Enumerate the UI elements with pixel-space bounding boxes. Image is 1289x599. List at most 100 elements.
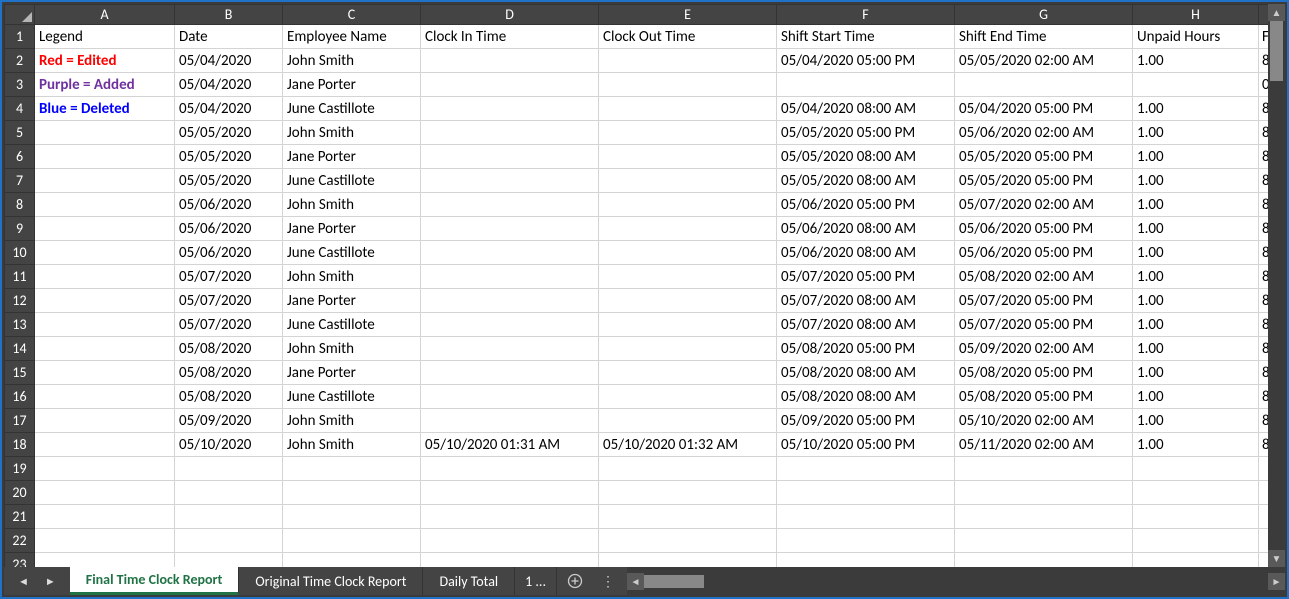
cell-unpaid[interactable]: 1.00 [1133,265,1259,289]
row-header[interactable]: 9 [5,217,35,241]
col-header-F[interactable]: F [777,5,955,25]
cell-employee[interactable]: Jane Porter [283,289,421,313]
cell-legend[interactable] [35,145,175,169]
cell-date[interactable]: 05/06/2020 [175,217,283,241]
cell-unpaid[interactable]: 1.00 [1133,313,1259,337]
cell-clock-in[interactable] [421,49,599,73]
cell-clock-out[interactable] [599,385,777,409]
cell[interactable] [421,457,599,481]
cell-clock-in[interactable] [421,121,599,145]
cell-clock-in[interactable] [421,73,599,97]
col-header-B[interactable]: B [175,5,283,25]
cell-clock-out[interactable] [599,361,777,385]
cell-shift-end[interactable]: 05/05/2020 02:00 AM [955,49,1133,73]
cell-legend[interactable]: Blue = Deleted [35,97,175,121]
cell-clock-in[interactable] [421,409,599,433]
col-header-G[interactable]: G [955,5,1133,25]
cell-shift-start[interactable]: 05/06/2020 08:00 AM [777,241,955,265]
cell-shift-start[interactable]: 05/04/2020 08:00 AM [777,97,955,121]
cell-date[interactable]: 05/04/2020 [175,49,283,73]
cell-shift-end[interactable]: 05/10/2020 02:00 AM [955,409,1133,433]
cell-legend[interactable] [35,289,175,313]
cell-date[interactable]: 05/04/2020 [175,97,283,121]
cell-clock-in[interactable] [421,289,599,313]
cell[interactable] [175,481,283,505]
cell[interactable] [35,505,175,529]
cell-employee[interactable]: John Smith [283,49,421,73]
cell-employee[interactable]: John Smith [283,409,421,433]
cell-unpaid[interactable]: 1.00 [1133,433,1259,457]
cell-shift-end[interactable]: 05/09/2020 02:00 AM [955,337,1133,361]
cell-shift-start[interactable]: 05/08/2020 08:00 AM [777,385,955,409]
cell-clock-out[interactable] [599,169,777,193]
cell[interactable] [777,505,955,529]
scroll-right-arrow[interactable]: ► [1268,573,1285,590]
row-header[interactable]: 10 [5,241,35,265]
cell-clock-out[interactable] [599,313,777,337]
cell-legend[interactable] [35,409,175,433]
cell-legend[interactable] [35,121,175,145]
cell-shift-end[interactable]: 05/05/2020 05:00 PM [955,145,1133,169]
cell-unpaid[interactable]: 1.00 [1133,193,1259,217]
cell[interactable] [955,505,1133,529]
cell[interactable] [35,529,175,553]
cell-legend[interactable] [35,265,175,289]
vertical-scrollbar[interactable]: ▲ ▼ [1268,4,1285,567]
row-header[interactable]: 12 [5,289,35,313]
cell[interactable] [283,481,421,505]
cell-shift-end[interactable]: 05/08/2020 05:00 PM [955,361,1133,385]
cell[interactable] [777,529,955,553]
cell-date[interactable]: 05/07/2020 [175,289,283,313]
cell-legend[interactable] [35,313,175,337]
tab-original-report[interactable]: Original Time Clock Report [239,567,423,595]
cell-employee[interactable]: June Castillote [283,385,421,409]
cell[interactable] [421,553,599,568]
cell-shift-start[interactable]: 05/05/2020 08:00 AM [777,145,955,169]
cell[interactable] [599,505,777,529]
tab-final-report[interactable]: Final Time Clock Report [70,567,240,595]
col-header-A[interactable]: A [35,5,175,25]
cell-clock-out[interactable] [599,217,777,241]
cell-legend[interactable] [35,361,175,385]
cell-unpaid[interactable]: 1.00 [1133,49,1259,73]
cell-date[interactable]: 05/04/2020 [175,73,283,97]
cell[interactable] [777,553,955,568]
cell[interactable] [1133,553,1259,568]
cell-date[interactable]: 05/06/2020 [175,241,283,265]
cell[interactable] [599,457,777,481]
row-header[interactable]: 19 [5,457,35,481]
tab-nav-prev[interactable]: ◄ [18,575,29,588]
cell-clock-out[interactable] [599,193,777,217]
cell-legend[interactable] [35,433,175,457]
cell[interactable] [1133,505,1259,529]
cell[interactable] [283,553,421,568]
row-header[interactable]: 14 [5,337,35,361]
cell-shift-start[interactable] [777,73,955,97]
row-header[interactable]: 2 [5,49,35,73]
cell[interactable] [955,481,1133,505]
cell[interactable]: Shift End Time [955,25,1133,49]
cell-shift-start[interactable]: 05/07/2020 08:00 AM [777,289,955,313]
cell[interactable] [35,457,175,481]
tab-more[interactable]: 1 ... [515,567,557,595]
cell-shift-end[interactable]: 05/06/2020 05:00 PM [955,241,1133,265]
cell-clock-out[interactable] [599,97,777,121]
row-header[interactable]: 22 [5,529,35,553]
row-header[interactable]: 4 [5,97,35,121]
cell-legend[interactable]: Red = Edited [35,49,175,73]
cell-shift-end[interactable]: 05/04/2020 05:00 PM [955,97,1133,121]
row-header[interactable]: 13 [5,313,35,337]
cell-shift-end[interactable]: 05/06/2020 02:00 AM [955,121,1133,145]
cell-clock-in[interactable] [421,169,599,193]
cell-shift-end[interactable]: 05/07/2020 02:00 AM [955,193,1133,217]
row-header[interactable]: 7 [5,169,35,193]
cell-employee[interactable]: June Castillote [283,313,421,337]
cell[interactable]: Unpaid Hours [1133,25,1259,49]
cell-clock-out[interactable] [599,49,777,73]
row-header[interactable]: 15 [5,361,35,385]
cell-unpaid[interactable]: 1.00 [1133,217,1259,241]
cell-date[interactable]: 05/07/2020 [175,265,283,289]
cell[interactable] [1133,529,1259,553]
cell-clock-in[interactable] [421,193,599,217]
row-header[interactable]: 17 [5,409,35,433]
